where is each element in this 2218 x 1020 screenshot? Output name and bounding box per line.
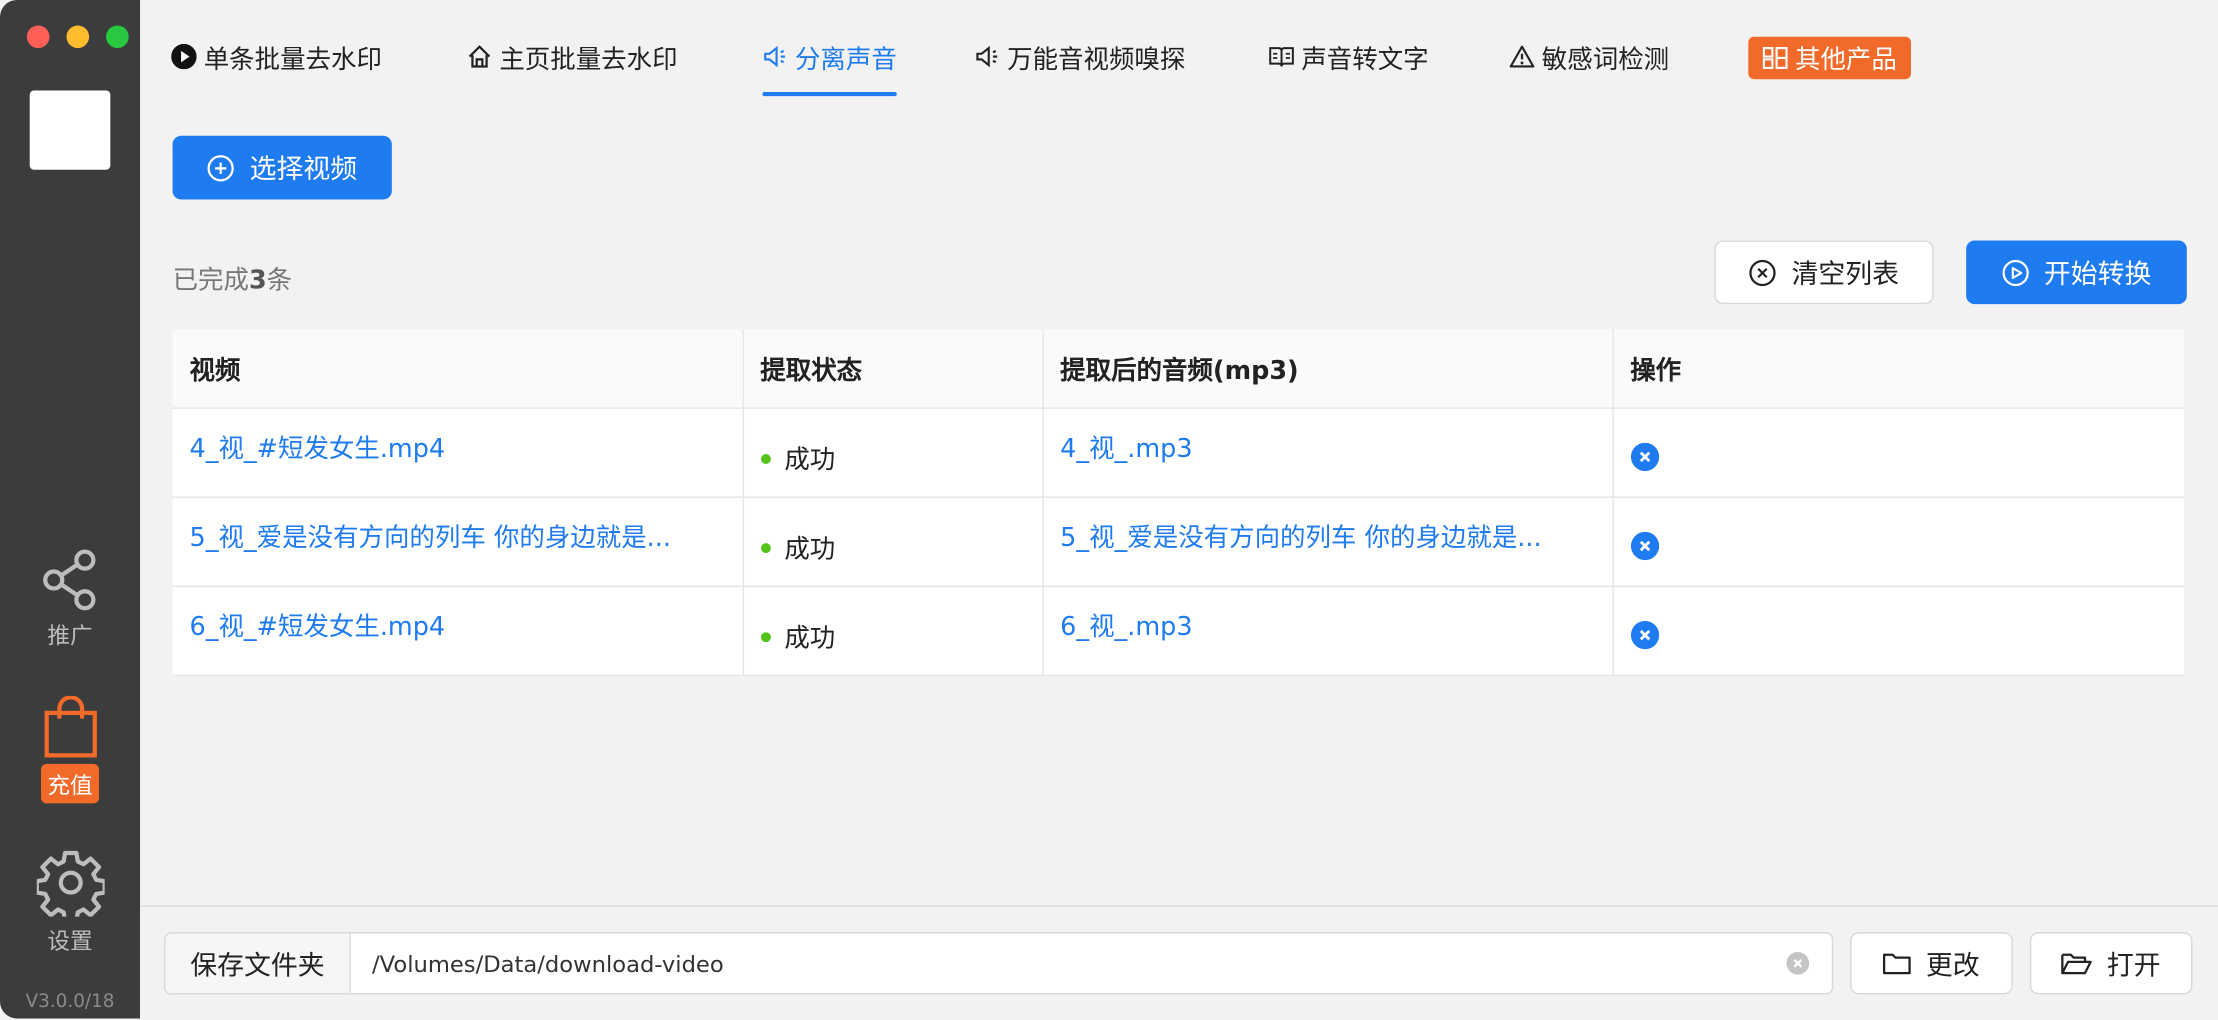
recharge-badge: 充值 — [41, 763, 99, 804]
top-nav: 单条批量去水印 主页批量去水印 分离声音 万能音视频嗅探 声音转文字 敏感词检测… — [140, 0, 2218, 108]
table-row: 6_视_#短发女生.mp4 成功 6_视_.mp3 — [172, 586, 2184, 677]
tab-label: 主页批量去水印 — [499, 45, 678, 75]
summary-prefix: 已完成 — [172, 265, 249, 296]
tab-label: 分离声音 — [794, 45, 897, 75]
change-folder-button[interactable]: 更改 — [1850, 932, 2013, 995]
completed-summary: 已完成3条 — [173, 260, 293, 297]
sidebar-item-share[interactable]: 推广 — [0, 549, 140, 651]
button-label: 更改 — [1925, 949, 1980, 981]
grid-icon — [1762, 47, 1788, 69]
warning-icon — [1509, 45, 1535, 68]
sidebar-item-settings[interactable]: 设置 — [0, 849, 140, 957]
tab-speech-to-text[interactable]: 声音转文字 — [1269, 40, 1429, 97]
select-video-button[interactable]: 选择视频 — [172, 135, 392, 200]
tab-label: 其他产品 — [1795, 45, 1897, 75]
start-convert-button[interactable]: 开始转换 — [1966, 240, 2187, 305]
folder-open-icon — [2061, 953, 2093, 975]
sidebar-item-recharge[interactable]: 充值 — [0, 695, 140, 804]
tab-homepage-watermark[interactable]: 主页批量去水印 — [467, 40, 678, 97]
status-text: 成功 — [784, 623, 836, 654]
save-folder-path[interactable]: /Volumes/Data/download-video — [351, 950, 1787, 977]
sidebar: 推广 充值 设置 V3.0.0/18 — [0, 0, 141, 1019]
delete-icon[interactable] — [1630, 531, 1659, 561]
column-header-status: 提取状态 — [742, 329, 1044, 409]
clear-list-button[interactable]: 清空列表 — [1714, 240, 1934, 305]
tab-other-products[interactable]: 其他产品 — [1748, 36, 1911, 80]
tab-label: 单条批量去水印 — [203, 45, 382, 75]
video-link[interactable]: 4_视_#短发女生.mp4 — [190, 429, 720, 466]
tab-single-watermark[interactable]: 单条批量去水印 — [171, 40, 382, 97]
tab-label: 敏感词检测 — [1541, 45, 1670, 75]
delete-icon[interactable] — [1630, 620, 1659, 650]
delete-icon[interactable] — [1630, 442, 1659, 472]
status-cell: 成功 — [760, 618, 1025, 655]
video-link[interactable]: 5_视_爱是没有方向的列车 你的身边就是... — [190, 518, 720, 555]
status-cell: 成功 — [760, 529, 1025, 566]
button-label: 选择视频 — [249, 154, 358, 186]
status-cell: 成功 — [760, 440, 1025, 477]
success-dot-icon — [760, 542, 771, 553]
avatar[interactable] — [29, 90, 111, 170]
app-window: 推广 充值 设置 V3.0.0/18 单条批量去水印 主页批量去水印 分离声音 … — [0, 0, 2218, 1020]
shopping-bag-icon — [43, 695, 97, 758]
column-header-audio: 提取后的音频(mp3) — [1042, 329, 1614, 409]
audio-link[interactable]: 6_视_.mp3 — [1060, 607, 1590, 644]
button-label: 开始转换 — [2043, 258, 2152, 290]
audio-link[interactable]: 4_视_.mp3 — [1060, 429, 1590, 466]
button-label: 清空列表 — [1791, 258, 1899, 290]
open-folder-button[interactable]: 打开 — [2029, 932, 2193, 995]
tab-sensitive-words[interactable]: 敏感词检测 — [1509, 40, 1669, 97]
column-header-video: 视频 — [172, 329, 744, 409]
close-window-button[interactable] — [26, 25, 50, 49]
video-link[interactable]: 6_视_#短发女生.mp4 — [190, 607, 720, 644]
book-icon — [1269, 47, 1294, 67]
play-circle-icon — [171, 43, 197, 70]
speaker-icon — [764, 45, 786, 68]
tab-separate-audio[interactable]: 分离声音 — [762, 40, 897, 97]
clear-input-icon[interactable] — [1786, 951, 1810, 975]
play-circle-icon — [2002, 259, 2029, 286]
table-header-row: 视频 提取状态 提取后的音频(mp3) 操作 — [172, 329, 2184, 409]
column-header-actions: 操作 — [1612, 329, 2184, 409]
share-icon — [42, 549, 95, 611]
summary-suffix: 条 — [266, 265, 293, 296]
close-circle-icon — [1749, 259, 1777, 286]
conversion-table: 视频 提取状态 提取后的音频(mp3) 操作 4_视_#短发女生.mp4 成功 … — [172, 329, 2184, 677]
sidebar-item-label: 设置 — [47, 927, 93, 955]
tab-label: 万能音视频嗅探 — [1007, 45, 1186, 75]
zoom-window-button[interactable] — [106, 25, 129, 49]
success-dot-icon — [760, 453, 771, 464]
plus-circle-icon — [208, 154, 235, 181]
save-folder-label: 保存文件夹 — [165, 933, 351, 993]
success-dot-icon — [760, 631, 771, 642]
table-row: 4_视_#短发女生.mp4 成功 4_视_.mp3 — [172, 408, 2184, 498]
gear-icon — [36, 850, 104, 917]
minimize-window-button[interactable] — [66, 25, 90, 49]
status-text: 成功 — [784, 445, 836, 476]
footer-bar: 保存文件夹 /Volumes/Data/download-video 更改 打开 — [140, 905, 2218, 1020]
button-label: 打开 — [2106, 949, 2161, 981]
audio-link[interactable]: 5_视_爱是没有方向的列车 你的身边就是... — [1060, 518, 1590, 555]
version-label: V3.0.0/18 — [25, 991, 115, 1013]
tab-media-sniffer[interactable]: 万能音视频嗅探 — [975, 40, 1186, 97]
completed-count: 3 — [248, 265, 267, 296]
status-text: 成功 — [784, 534, 836, 565]
sidebar-item-label: 推广 — [47, 622, 93, 650]
speaker-icon — [976, 45, 998, 68]
home-icon — [468, 45, 491, 68]
tab-label: 声音转文字 — [1301, 45, 1429, 75]
folder-icon — [1883, 953, 1912, 975]
save-folder-field: 保存文件夹 /Volumes/Data/download-video — [164, 932, 1834, 995]
table-row: 5_视_爱是没有方向的列车 你的身边就是... 成功 5_视_爱是没有方向的列车… — [172, 497, 2184, 588]
